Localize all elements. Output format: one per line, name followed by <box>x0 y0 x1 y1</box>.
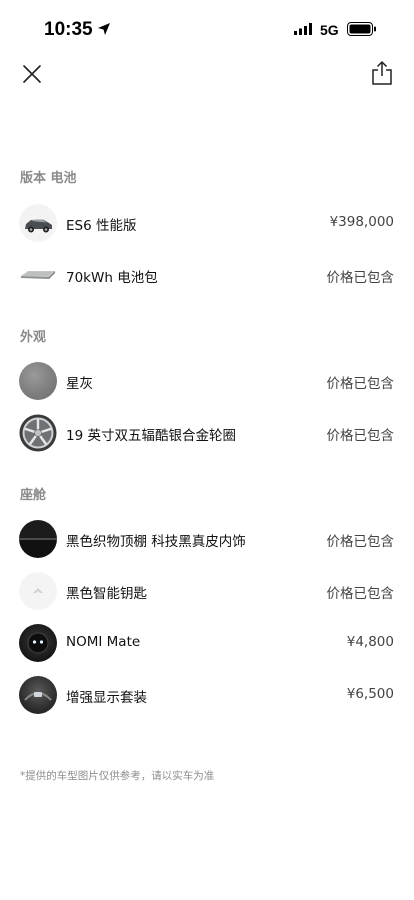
wheel-icon <box>19 414 57 452</box>
list-item[interactable]: 70kWh 电池包 价格已包含 <box>0 255 414 295</box>
battery-pack-icon <box>19 256 57 294</box>
item-label: 19 英寸双五辐酷银合金轮圈 <box>66 428 236 444</box>
list-item[interactable]: 黑色织物顶棚 科技黑真皮内饰 价格已包含 <box>0 519 414 559</box>
nomi-icon <box>19 624 57 662</box>
signal-icon <box>294 23 312 35</box>
item-price: ¥4,800 <box>346 634 394 650</box>
item-label: ES6 性能版 <box>66 218 137 234</box>
list-item[interactable]: 19 英寸双五辐酷银合金轮圈 价格已包含 <box>0 413 414 453</box>
color-swatch-icon <box>19 362 57 400</box>
item-label: 70kWh 电池包 <box>66 270 158 286</box>
status-time: 10:35 <box>44 19 93 40</box>
item-price: 价格已包含 <box>326 270 395 286</box>
item-price: 价格已包含 <box>326 428 395 444</box>
item-label: 黑色智能钥匙 <box>66 586 147 602</box>
disclaimer-text: *提供的车型图片仅供参考，请以实车为准 <box>20 770 215 782</box>
list-item[interactable]: 星灰 价格已包含 <box>0 361 414 401</box>
list-item[interactable]: 黑色智能钥匙 价格已包含 <box>0 571 414 611</box>
car-icon <box>19 204 57 242</box>
item-price: ¥6,500 <box>346 686 394 702</box>
section-title-version-battery: 版本 电池 <box>20 171 77 186</box>
display-package-icon <box>19 676 57 714</box>
list-item[interactable]: ES6 性能版 ¥398,000 <box>0 203 414 243</box>
interior-swatch-icon <box>19 520 57 558</box>
item-price: ¥398,000 <box>329 214 394 230</box>
item-price: 价格已包含 <box>326 586 395 602</box>
close-icon[interactable] <box>20 62 44 86</box>
item-label: NOMI Mate <box>66 634 141 650</box>
item-label: 星灰 <box>66 376 93 392</box>
list-item[interactable]: 增强显示套装 ¥6,500 <box>0 675 414 715</box>
item-label: 增强显示套装 <box>66 690 147 706</box>
key-icon <box>19 572 57 610</box>
item-label: 黑色织物顶棚 科技黑真皮内饰 <box>66 534 246 550</box>
status-bar: 10:35 5G <box>0 0 414 56</box>
item-price: 价格已包含 <box>326 376 395 392</box>
section-title-exterior: 外观 <box>20 330 47 345</box>
battery-icon <box>347 22 376 36</box>
share-icon[interactable] <box>370 60 394 86</box>
item-price: 价格已包含 <box>326 534 395 550</box>
list-item[interactable]: NOMI Mate ¥4,800 <box>0 623 414 663</box>
location-arrow-icon <box>98 23 110 35</box>
network-type: 5G <box>320 22 339 38</box>
section-title-cabin: 座舱 <box>20 488 47 503</box>
